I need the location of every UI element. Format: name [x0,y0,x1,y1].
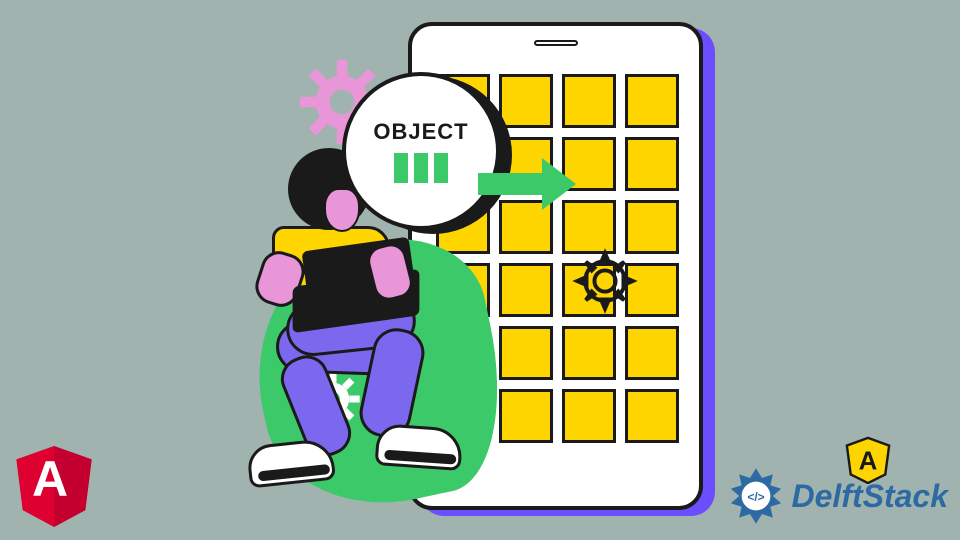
delftstack-logo: </> DelftStack [726,466,949,526]
grid-tile [562,389,616,443]
grid-tile [625,389,679,443]
grid-tile [499,74,553,128]
grid-tile [625,326,679,380]
grid-tile [562,74,616,128]
arrow-icon [478,158,576,210]
grid-tile [562,326,616,380]
bubble-bars-icon [394,153,448,183]
illustration-canvas: A [0,0,960,540]
angular-letter: A [32,450,68,508]
svg-text:</>: </> [747,490,764,504]
grid-tile [625,200,679,254]
person-shoe [246,438,336,489]
delftstack-text: DelftStack [792,478,949,515]
delftstack-badge-icon: </> [726,466,786,526]
grid-tile [625,74,679,128]
grid-tile [625,137,679,191]
grid-tile [499,389,553,443]
grid-tile [499,263,553,317]
bubble-label: OBJECT [373,119,468,145]
tablet-speaker [534,40,578,46]
angular-logo-icon: A [10,436,98,535]
grid-tile [499,326,553,380]
object-bubble: OBJECT [342,72,500,230]
gear-icon [572,248,638,314]
